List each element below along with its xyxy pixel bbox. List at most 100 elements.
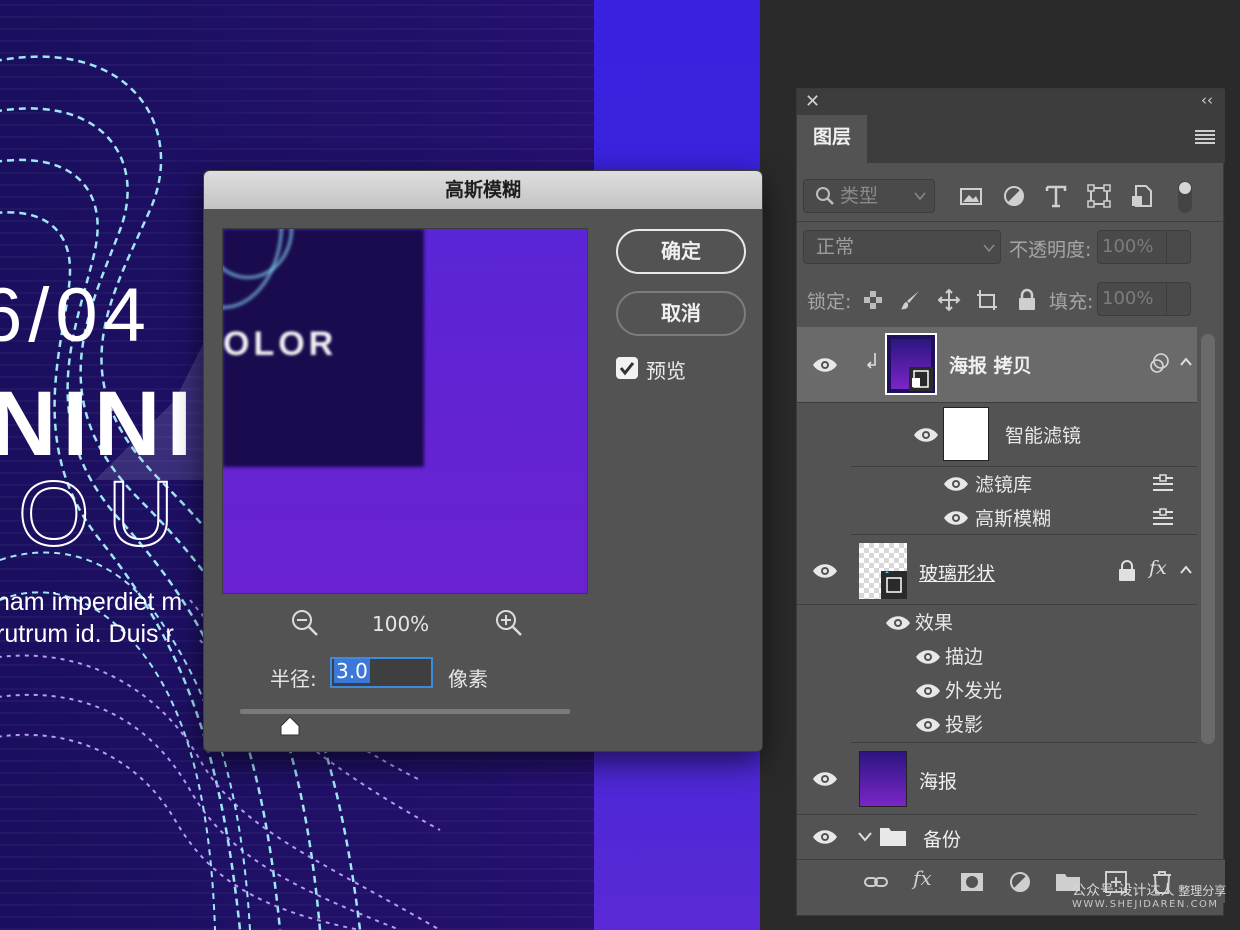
filter-name: 高斯模糊 (975, 508, 1052, 530)
radius-unit: 像素 (448, 667, 488, 691)
poster-body-line-1: nam imperdiet m (0, 588, 183, 616)
cancel-button[interactable]: 取消 (616, 291, 746, 336)
clipping-mask-icon (866, 353, 876, 369)
poster-body-line-2: rutrum id. Duis r (0, 620, 174, 648)
preview-checkbox[interactable] (616, 357, 638, 379)
blur-preview-pane[interactable]: OLOR (222, 228, 588, 594)
type-layer-filter-icon[interactable] (1043, 183, 1069, 209)
layer-thumbnail (885, 333, 937, 395)
smart-object-badge-icon (909, 367, 933, 391)
dialog-title[interactable]: 高斯模糊 (204, 171, 762, 209)
radius-value[interactable]: 3.0 (334, 659, 370, 683)
visibility-eye-icon[interactable] (915, 682, 941, 700)
layers-list[interactable]: 海报 拷贝 智能滤镜 滤镜库 高斯模糊 玻璃形状 fx 效果 描边 外发光 投影… (797, 327, 1197, 857)
effect-name: 投影 (945, 714, 984, 736)
layers-scrollbar[interactable] (1201, 334, 1215, 744)
layer-thumbnail (859, 543, 907, 599)
pixel-layer-filter-icon[interactable] (958, 183, 984, 209)
visibility-eye-icon[interactable] (812, 356, 838, 374)
visibility-eye-icon[interactable] (943, 475, 969, 493)
effect-row-drop-shadow[interactable]: 投影 (851, 707, 1197, 743)
visibility-eye-icon[interactable] (913, 426, 939, 444)
visibility-eye-icon[interactable] (943, 509, 969, 527)
lock-all-icon[interactable] (1015, 288, 1039, 312)
lock-position-icon[interactable] (937, 288, 961, 312)
radius-input[interactable]: 3.0 (330, 657, 433, 688)
tab-layers[interactable]: 图层 (797, 115, 867, 163)
panel-menu-icon[interactable] (1195, 129, 1215, 145)
collapse-icon[interactable]: ‹‹ (1201, 91, 1213, 109)
effect-name: 描边 (945, 646, 984, 668)
kind-filter-label: 类型 (840, 185, 879, 207)
radius-slider-track[interactable] (240, 709, 570, 714)
preview-zoom-controls: 100% (222, 608, 588, 638)
radius-slider-thumb[interactable] (279, 716, 301, 736)
chevron-down-icon (914, 192, 926, 201)
layer-name[interactable]: 海报 拷贝 (949, 351, 1032, 378)
visibility-eye-icon[interactable] (812, 828, 838, 846)
panel-header-bar: ✕ ‹‹ (797, 89, 1225, 115)
shape-layer-filter-icon[interactable] (1086, 183, 1112, 209)
opacity-dropdown[interactable] (1166, 231, 1190, 263)
preview-checkbox-label[interactable]: 预览 (646, 355, 686, 384)
effect-row-stroke[interactable]: 描边 (851, 639, 1197, 673)
filter-options-icon[interactable] (1151, 474, 1175, 494)
new-adjustment-layer-icon[interactable] (1007, 870, 1033, 894)
filter-row-filter-gallery[interactable]: 滤镜库 (851, 467, 1197, 501)
visibility-eye-icon[interactable] (812, 562, 838, 580)
opacity-field[interactable]: 100% (1097, 230, 1191, 264)
layer-effects-fx-icon[interactable]: fx (1149, 557, 1167, 579)
fill-field[interactable]: 100% (1097, 282, 1191, 316)
layer-name[interactable]: 海报 (919, 767, 957, 794)
add-mask-icon[interactable] (959, 870, 985, 894)
adjustment-layer-filter-icon[interactable] (1001, 183, 1027, 209)
close-icon[interactable]: ✕ (805, 91, 820, 112)
lock-row: 锁定: 填充: 100% (803, 282, 1217, 318)
effects-row[interactable]: 效果 (851, 605, 1197, 639)
filter-toggle-icon[interactable] (1175, 179, 1195, 215)
visibility-eye-icon[interactable] (915, 648, 941, 666)
fill-label: 填充: (1049, 291, 1094, 313)
watermark: 公众号·设计达人 整理分享 WWW.SHEJIDAREN.COM (1072, 884, 1226, 912)
watermark-line-1: 公众号·设计达人 (1072, 883, 1175, 899)
add-layer-style-icon[interactable]: fx (913, 866, 939, 890)
poster-date-text: 6/04 (0, 273, 152, 358)
kind-filter-select[interactable]: 类型 (803, 179, 935, 213)
blend-mode-select[interactable]: 正常 (803, 230, 1001, 264)
filter-mask-thumbnail[interactable] (943, 407, 989, 461)
chevron-up-icon[interactable] (1179, 357, 1193, 367)
lock-transparent-pixels-icon[interactable] (861, 288, 885, 312)
lock-icon (1119, 560, 1135, 581)
smart-filters-label: 智能滤镜 (1005, 425, 1082, 447)
lock-artboard-icon[interactable] (975, 288, 999, 312)
fill-dropdown[interactable] (1166, 283, 1190, 315)
layer-row-poster[interactable]: 海报 (797, 743, 1197, 815)
layer-row-glass-shape[interactable]: 玻璃形状 fx (797, 535, 1197, 605)
filter-row-gaussian-blur[interactable]: 高斯模糊 (851, 501, 1197, 535)
layer-row-poster-copy[interactable]: 海报 拷贝 (797, 327, 1197, 403)
shape-layer-badge-icon (881, 571, 907, 599)
effect-row-outer-glow[interactable]: 外发光 (851, 673, 1197, 707)
chevron-up-icon[interactable] (1179, 565, 1193, 575)
chevron-down-icon[interactable] (857, 831, 873, 843)
poster-outline-text: OU (17, 462, 192, 566)
visibility-eye-icon[interactable] (812, 770, 838, 788)
link-layers-icon[interactable] (863, 870, 889, 894)
watermark-line-1b: 整理分享 (1178, 884, 1227, 898)
ok-button[interactable]: 确定 (616, 229, 746, 274)
visibility-eye-icon[interactable] (885, 614, 911, 632)
filter-options-icon[interactable] (1151, 508, 1175, 528)
watermark-url: WWW.SHEJIDAREN.COM (1072, 899, 1219, 910)
layer-name[interactable]: 玻璃形状 (919, 559, 995, 586)
smart-object-filter-icon[interactable] (1129, 183, 1155, 209)
lock-image-pixels-icon[interactable] (899, 288, 923, 312)
visibility-eye-icon[interactable] (915, 716, 941, 734)
chevron-down-icon (983, 244, 995, 253)
layer-group-backup[interactable]: 备份 (797, 815, 1197, 857)
zoom-out-icon[interactable] (290, 608, 320, 638)
search-icon (816, 187, 834, 205)
zoom-in-icon[interactable] (494, 608, 524, 638)
group-name[interactable]: 备份 (923, 825, 961, 852)
smart-filter-indicator-icon (1150, 353, 1169, 373)
smart-filters-row[interactable]: 智能滤镜 (851, 403, 1197, 467)
